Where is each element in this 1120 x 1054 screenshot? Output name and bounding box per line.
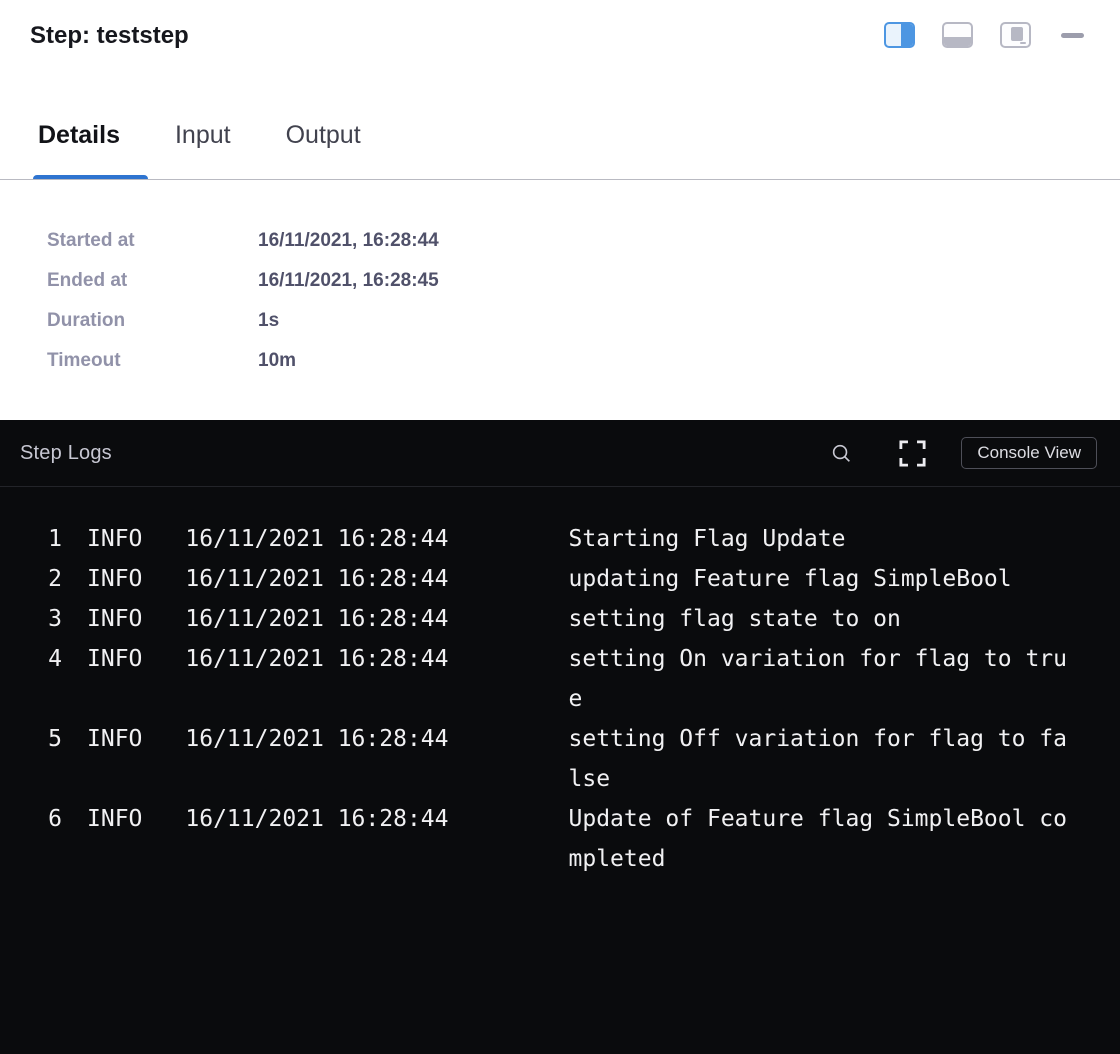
split-right-fill: [901, 24, 913, 46]
log-line-number: 4: [30, 639, 62, 679]
detail-label: Timeout: [47, 350, 258, 372]
log-message: setting Off variation for flag to false: [569, 719, 1076, 799]
tab-output-label: Output: [286, 121, 361, 149]
log-message: updating Feature flag SimpleBool: [569, 559, 1076, 599]
floating-pane-icon[interactable]: [1000, 22, 1031, 48]
step-details-panel: Step: teststep Details Input Output Star…: [0, 0, 1120, 420]
log-timestamp: 16/11/2021 16:28:44: [185, 599, 448, 639]
detail-value: 16/11/2021, 16:28:45: [258, 270, 439, 292]
page-title: Step: teststep: [30, 21, 189, 51]
log-message: setting On variation for flag to true: [569, 639, 1076, 719]
detail-label: Duration: [47, 310, 258, 332]
logs-header: Step Logs Console View: [0, 420, 1120, 487]
tab-input[interactable]: Input: [175, 118, 231, 180]
detail-label: Started at: [47, 230, 258, 252]
split-bottom-fill: [944, 37, 971, 46]
log-message: Update of Feature flag SimpleBool comple…: [569, 799, 1076, 879]
logs-actions: Console View: [830, 437, 1097, 470]
log-line: 6 INFO 16/11/2021 16:28:44 Update of Fea…: [30, 799, 1120, 879]
log-line: 5 INFO 16/11/2021 16:28:44 setting Off v…: [30, 719, 1120, 799]
split-right-pane-icon[interactable]: [884, 22, 915, 48]
log-message: setting flag state to on: [569, 599, 1076, 639]
tab-divider: [0, 179, 1120, 180]
log-line-number: 1: [30, 519, 62, 559]
details-table: Started at 16/11/2021, 16:28:44 Ended at…: [47, 221, 439, 381]
titlebar: Step: teststep: [0, 0, 1120, 51]
detail-row: Duration 1s: [47, 301, 439, 341]
log-level: INFO: [87, 559, 142, 599]
log-timestamp: 16/11/2021 16:28:44: [185, 719, 448, 759]
log-timestamp: 16/11/2021 16:28:44: [185, 519, 448, 559]
detail-row: Ended at 16/11/2021, 16:28:45: [47, 261, 439, 301]
detail-value: 10m: [258, 350, 296, 372]
detail-row: Timeout 10m: [47, 341, 439, 381]
log-level: INFO: [87, 719, 142, 759]
floating-pane-inner: [1011, 27, 1023, 41]
log-level: INFO: [87, 799, 142, 839]
log-level: INFO: [87, 519, 142, 559]
step-logs-panel: Step Logs Console View 1: [0, 420, 1120, 1054]
log-line: 1 INFO 16/11/2021 16:28:44 Starting Flag…: [30, 519, 1120, 559]
expand-icon[interactable]: [897, 437, 928, 470]
log-timestamp: 16/11/2021 16:28:44: [185, 559, 448, 599]
log-output: 1 INFO 16/11/2021 16:28:44 Starting Flag…: [0, 487, 1120, 879]
minimize-icon[interactable]: [1061, 33, 1084, 38]
log-line-number: 3: [30, 599, 62, 639]
tab-output[interactable]: Output: [286, 118, 361, 180]
log-line-number: 6: [30, 799, 62, 839]
detail-row: Started at 16/11/2021, 16:28:44: [47, 221, 439, 261]
log-line-number: 2: [30, 559, 62, 599]
detail-value: 16/11/2021, 16:28:44: [258, 230, 439, 252]
log-level: INFO: [87, 639, 142, 679]
log-level: INFO: [87, 599, 142, 639]
floating-pane-bar: [1020, 42, 1026, 44]
split-bottom-pane-icon[interactable]: [942, 22, 973, 48]
log-line-number: 5: [30, 719, 62, 759]
tab-details[interactable]: Details: [38, 118, 120, 180]
pane-controls: [884, 21, 1084, 48]
log-message: Starting Flag Update: [569, 519, 1076, 559]
log-line: 2 INFO 16/11/2021 16:28:44 updating Feat…: [30, 559, 1120, 599]
detail-value: 1s: [258, 310, 279, 332]
log-line: 4 INFO 16/11/2021 16:28:44 setting On va…: [30, 639, 1120, 719]
log-timestamp: 16/11/2021 16:28:44: [185, 639, 448, 679]
logs-title: Step Logs: [20, 442, 112, 465]
console-view-button[interactable]: Console View: [961, 437, 1097, 469]
detail-label: Ended at: [47, 270, 258, 292]
tab-details-label: Details: [38, 121, 120, 149]
log-timestamp: 16/11/2021 16:28:44: [185, 799, 448, 839]
log-line: 3 INFO 16/11/2021 16:28:44 setting flag …: [30, 599, 1120, 639]
tab-bar: Details Input Output: [38, 118, 361, 180]
tab-input-label: Input: [175, 121, 231, 149]
search-icon[interactable]: [830, 442, 853, 465]
